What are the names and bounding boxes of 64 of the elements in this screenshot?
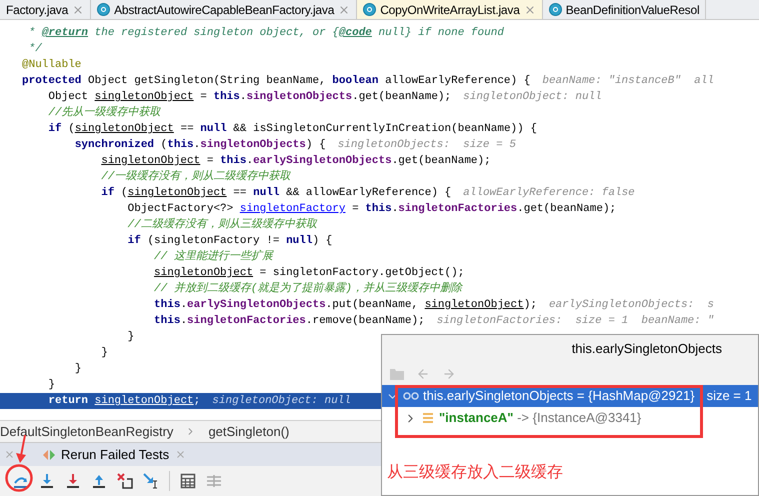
code-line: if (singletonFactory != null) {: [126, 234, 332, 249]
close-icon[interactable]: [175, 449, 186, 460]
code-line: }: [126, 330, 134, 345]
tab-label: BeanDefinitionValueResol: [566, 2, 700, 18]
popup-title: this.earlySingletonObjects: [572, 340, 722, 358]
code-line: }: [74, 362, 82, 377]
tree-node-label: "instanceA" -> {InstanceA@3341}: [439, 409, 642, 428]
code-line: }: [100, 346, 108, 361]
code-line: */: [28, 42, 42, 57]
code-line: //一级缓存没有，则从二级缓存中获取: [100, 169, 290, 185]
inline-value-hint: singletonObject: null: [212, 394, 351, 409]
code-line: if (singletonObject == null && isSingletonCurrentlyInCreation(beanName)) {: [47, 122, 537, 137]
inline-value-hint: earlySingletonObjects: s: [548, 298, 714, 313]
code-line: protected Object getSingleton(String beanName, boolean allowEarlyReference) {: [22, 74, 530, 89]
calculator-icon[interactable]: [180, 473, 196, 489]
code-line: this.earlySingletonObjects.put(beanName, singletonObject);: [153, 298, 537, 313]
code-line: // 并放到二级缓存(就是为了提前暴露)，并从三级缓存中删除: [153, 281, 462, 297]
tab-label: CopyOnWriteArrayList.java: [380, 2, 520, 18]
close-icon[interactable]: [524, 4, 536, 16]
tree-node-label: this.earlySingletonObjects = {HashMap@2921}: [423, 387, 695, 406]
annotation-note: 从三级缓存放入二级缓存: [387, 462, 563, 483]
code-line: return singletonObject;: [47, 394, 200, 409]
breadcrumb-item[interactable]: getSingleton(): [208, 422, 290, 442]
inline-value-hint: singletonObject: null: [463, 90, 602, 105]
forward-icon[interactable]: [442, 367, 456, 381]
tree-node-detail: size = 1: [706, 387, 752, 406]
tab-label: Rerun Failed Tests: [61, 446, 170, 464]
code-line: //先从一级缓存中获取: [47, 105, 161, 121]
inline-value-hint: singletonFactories: size = 1 beanName: ": [436, 314, 714, 329]
code-line: singletonObject = singletonFactory.getObject();: [153, 266, 464, 281]
rerun-icon: [43, 450, 55, 460]
close-icon[interactable]: [4, 449, 15, 460]
inline-value-hint: allowEarlyReference: false: [463, 186, 635, 201]
code-line: ObjectFactory<?> singletonFactory = this.singletonFactories.get(beanName);: [126, 202, 616, 217]
code-line: * @return the registered singleton object, or {@code null} if none found: [28, 26, 504, 41]
force-step-into-icon[interactable]: [65, 473, 81, 489]
code-line: }: [47, 378, 56, 393]
run-to-cursor-icon[interactable]: [143, 473, 159, 489]
code-line: if (singletonObject == null && allowEarlyReference) {: [100, 186, 452, 201]
code-line: this.singletonFactories.remove(beanName);: [153, 314, 425, 329]
editor-tab[interactable]: BeanDefinitionValueResol: [542, 0, 706, 19]
watch-icon: [403, 392, 419, 400]
tab-label: Factory.java: [6, 2, 68, 18]
code-line: @Nullable: [22, 58, 82, 73]
inline-value-hint: singletonObjects: size = 5: [338, 138, 516, 153]
tree-row[interactable]: "instanceA" -> {InstanceA@3341}: [382, 407, 758, 429]
code-line: singletonObject = this.earlySingletonObjects.get(beanName);: [100, 154, 491, 169]
step-into-icon[interactable]: [39, 473, 55, 489]
close-icon[interactable]: [72, 4, 84, 16]
code-line: // 这里能进行一些扩展: [153, 249, 273, 265]
code-line: Object singletonObject = this.singletonObjects.get(beanName);: [47, 90, 452, 105]
inline-value-hint: beanName: "instanceB" all: [542, 74, 714, 89]
code-line: //二级缓存没有，则从三级缓存中获取: [126, 217, 317, 233]
close-icon[interactable]: [338, 4, 350, 16]
trace-icon[interactable]: [206, 473, 222, 489]
code-line: synchronized (this.singletonObjects) {: [74, 138, 326, 153]
breadcrumb-item[interactable]: DefaultSingletonBeanRegistry: [0, 422, 174, 442]
back-icon[interactable]: [416, 367, 430, 381]
drop-frame-icon[interactable]: [117, 473, 133, 489]
step-out-icon[interactable]: [91, 473, 107, 489]
list-entry-icon: [423, 413, 433, 423]
tab-label: AbstractAutowireCapableBeanFactory.java: [114, 2, 334, 18]
annotation-circle: [5, 464, 33, 492]
editor-tab[interactable]: CopyOnWriteArrayList.java: [357, 0, 543, 19]
